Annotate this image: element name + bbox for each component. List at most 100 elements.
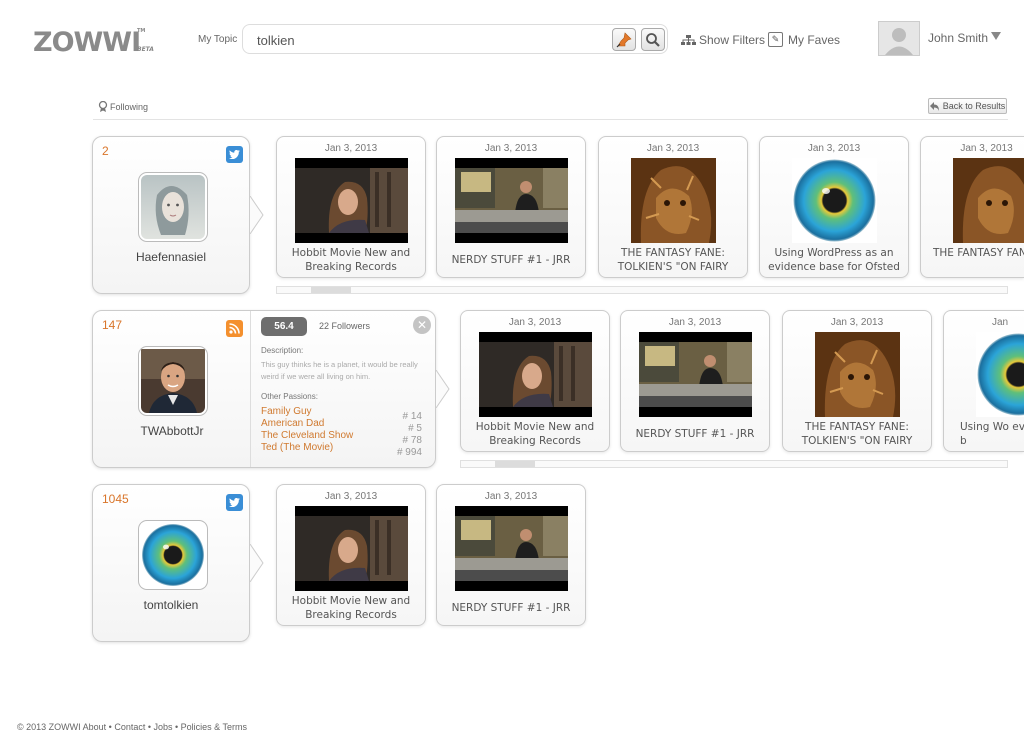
passion-rank: # 78 <box>402 435 422 446</box>
back-arrow-icon <box>929 101 939 111</box>
expand-arrow-icon[interactable] <box>436 370 450 408</box>
video-card[interactable]: Jan 3, 2013 Hobbit Movie New and Breakin… <box>460 310 610 452</box>
score-badge: 56.4 <box>261 317 307 336</box>
passion-link[interactable]: American Dad <box>261 418 324 429</box>
video-thumbnail[interactable] <box>792 158 877 243</box>
user-menu-caret-icon[interactable] <box>991 32 1001 40</box>
video-title[interactable]: NERDY STUFF #1 - JRR <box>445 253 577 267</box>
back-label: Back to Results <box>942 101 1006 111</box>
profile-name[interactable]: tomtolkien <box>93 598 249 612</box>
video-title[interactable]: Using Wo evidence b <box>960 420 1024 448</box>
following-label[interactable]: Following <box>98 101 148 113</box>
following-text: Following <box>110 102 149 112</box>
following-icon <box>98 101 108 112</box>
show-filters-button[interactable]: Show Filters <box>681 33 765 47</box>
pin-button[interactable] <box>612 28 636 51</box>
video-title[interactable]: THE FANTASY FANE: TOLKIEN'S "ON FAIRY <box>607 246 739 274</box>
video-thumbnail[interactable] <box>455 506 568 591</box>
video-title[interactable]: THE FANTASY FANE: TOLKIEN'S "ON FAIRY <box>933 246 1024 260</box>
search-button[interactable] <box>641 28 665 51</box>
my-faves-button[interactable]: ✎ My Faves <box>768 32 840 47</box>
video-title[interactable]: NERDY STUFF #1 - JRR <box>445 601 577 615</box>
video-card[interactable]: Jan Using Wo evidence b <box>943 310 1024 452</box>
user-name[interactable]: John Smith <box>928 31 988 45</box>
passions-label: Other Passions: <box>261 392 318 401</box>
video-date: Jan 3, 2013 <box>668 317 722 328</box>
video-date: Jan 3, 2013 <box>324 491 378 502</box>
pin-icon <box>616 31 632 47</box>
profile-name[interactable]: Haefennasiel <box>93 250 249 264</box>
video-date: Jan <box>992 317 1009 328</box>
profile-count: 2 <box>102 144 109 158</box>
video-date: Jan 3, 2013 <box>324 143 378 154</box>
profile-card[interactable]: 1045 tomtolkien <box>92 484 250 642</box>
profile-avatar[interactable] <box>138 346 208 416</box>
profile-card[interactable]: 2 Haefennasiel <box>92 136 250 294</box>
description-text: This guy thinks he is a planet, it would… <box>261 360 418 381</box>
video-date: Jan 3, 2013 <box>484 143 538 154</box>
pin-badge-icon: ✎ <box>768 32 783 47</box>
profile-count: 1045 <box>102 492 129 506</box>
expand-arrow-icon[interactable] <box>250 544 264 582</box>
video-card[interactable]: Jan 3, 2013 NERDY STUFF #1 - JRR <box>436 136 586 278</box>
profile-avatar[interactable] <box>138 172 208 242</box>
video-title[interactable]: NERDY STUFF #1 - JRR <box>629 427 761 441</box>
search-input[interactable] <box>257 31 597 49</box>
passion-rank: # 5 <box>408 423 422 434</box>
video-title[interactable]: Hobbit Movie New and Breaking Records <box>285 594 417 622</box>
video-date: Jan 3, 2013 <box>960 143 1013 154</box>
passion-link[interactable]: Family Guy <box>261 406 312 417</box>
user-avatar[interactable] <box>878 21 920 56</box>
video-thumbnail[interactable] <box>953 158 1024 243</box>
video-thumbnail[interactable] <box>639 332 752 417</box>
video-card[interactable]: Jan 3, 2013 Hobbit Movie New and Breakin… <box>276 136 426 278</box>
video-date: Jan 3, 2013 <box>646 143 700 154</box>
passion-link[interactable]: The Cleveland Show <box>261 430 353 441</box>
expand-arrow-icon[interactable] <box>250 196 264 234</box>
video-card[interactable]: Jan 3, 2013 Using WordPress as an eviden… <box>759 136 909 278</box>
scrollbar-thumb[interactable] <box>495 461 535 467</box>
topic-label: My Topic <box>198 34 238 45</box>
zowwi-logo[interactable]: ZOWWI TM BETA <box>33 27 154 58</box>
video-title[interactable]: Hobbit Movie New and Breaking Records <box>285 246 417 274</box>
video-thumbnail[interactable] <box>455 158 568 243</box>
passion-rank: # 14 <box>402 411 422 422</box>
logo-beta: BETA <box>137 46 154 53</box>
video-card[interactable]: Jan 3, 2013 THE FANTASY FANE: TOLKIEN'S … <box>598 136 748 278</box>
search-box <box>242 24 668 54</box>
video-title[interactable]: Using WordPress as an evidence base for … <box>768 246 900 274</box>
rss-icon[interactable] <box>226 320 243 337</box>
video-title[interactable]: THE FANTASY FANE: TOLKIEN'S "ON FAIRY <box>791 420 923 448</box>
horizontal-scrollbar[interactable] <box>276 286 1008 294</box>
video-date: Jan 3, 2013 <box>508 317 562 328</box>
video-thumbnail[interactable] <box>479 332 592 417</box>
close-icon[interactable]: ✕ <box>413 316 431 334</box>
video-title[interactable]: Hobbit Movie New and Breaking Records <box>469 420 601 448</box>
profile-name[interactable]: TWAbbottJr <box>93 424 251 438</box>
video-thumbnail[interactable] <box>295 158 408 243</box>
video-thumbnail[interactable] <box>976 332 1024 417</box>
video-card[interactable]: Jan 3, 2013 THE FANTASY FANE: TOLKIEN'S … <box>920 136 1024 278</box>
profile-count: 147 <box>102 318 123 332</box>
video-card[interactable]: Jan 3, 2013 Hobbit Movie New and Breakin… <box>276 484 426 626</box>
video-thumbnail[interactable] <box>815 332 900 417</box>
video-card[interactable]: Jan 3, 2013 THE FANTASY FANE: TOLKIEN'S … <box>782 310 932 452</box>
profile-avatar[interactable] <box>138 520 208 590</box>
video-date: Jan 3, 2013 <box>484 491 538 502</box>
scrollbar-thumb[interactable] <box>311 287 351 293</box>
divider <box>93 119 1008 120</box>
video-card[interactable]: Jan 3, 2013 NERDY STUFF #1 - JRR <box>620 310 770 452</box>
twitter-icon[interactable] <box>226 146 243 163</box>
video-thumbnail[interactable] <box>631 158 716 243</box>
show-filters-label: Show Filters <box>699 33 766 47</box>
footer-links[interactable]: © 2013 ZOWWI About • Contact • Jobs • Po… <box>17 722 247 732</box>
twitter-icon[interactable] <box>226 494 243 511</box>
back-to-results-button[interactable]: Back to Results <box>928 98 1007 114</box>
passion-link[interactable]: Ted (The Movie) <box>261 442 333 453</box>
video-card[interactable]: Jan 3, 2013 NERDY STUFF #1 - JRR <box>436 484 586 626</box>
passion-rank: # 994 <box>396 447 422 458</box>
filter-tree-icon <box>681 34 696 45</box>
horizontal-scrollbar[interactable] <box>460 460 1008 468</box>
logo-tm: TM <box>137 28 146 34</box>
video-thumbnail[interactable] <box>295 506 408 591</box>
